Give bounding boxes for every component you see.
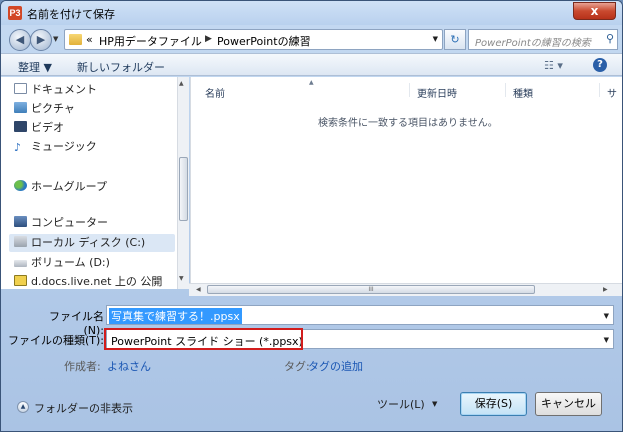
- nav-item-label: ビデオ: [31, 121, 64, 134]
- view-options-icon[interactable]: ☷ ▾: [544, 59, 563, 72]
- scroll-up-arrow-icon[interactable]: ▲: [179, 80, 184, 87]
- filetype-select[interactable]: PowerPoint スライド ショー (*.ppsx) ▼: [106, 329, 614, 349]
- nav-item-local-disk-c[interactable]: ローカル ディスク (C:): [9, 234, 175, 252]
- organize-button[interactable]: 整理 ▼: [18, 59, 52, 75]
- nav-item-music[interactable]: ♪ ミュージック: [14, 138, 97, 156]
- nav-item-computer[interactable]: コンピューター: [14, 214, 108, 232]
- navpane-vertical-scrollbar[interactable]: ▲ ▼: [177, 77, 189, 289]
- empty-message: 検索条件に一致する項目はありません。: [318, 118, 498, 129]
- cancel-button[interactable]: キャンセル: [535, 392, 602, 416]
- nav-item-videos[interactable]: ビデオ: [14, 119, 64, 137]
- breadcrumb-powerpoint-practice[interactable]: PowerPointの練習: [217, 33, 311, 49]
- window-title: 名前を付けて保存: [27, 8, 115, 21]
- refresh-button[interactable]: ↻: [444, 29, 466, 50]
- nav-item-label: ドキュメント: [31, 83, 97, 96]
- history-dropdown-icon[interactable]: ▼: [53, 35, 58, 43]
- title-bar[interactable]: P3 名前を付けて保存 x: [1, 1, 622, 25]
- powerpoint-icon: P3: [8, 6, 22, 20]
- sort-ascending-icon: ▲: [309, 79, 314, 86]
- column-divider[interactable]: [409, 83, 410, 97]
- author-value[interactable]: よねさん: [107, 358, 151, 374]
- folder-icon: [69, 34, 82, 45]
- column-header-name[interactable]: 名前: [205, 85, 225, 100]
- scroll-thumb[interactable]: [179, 157, 188, 221]
- scroll-left-arrow-icon[interactable]: ◀: [196, 286, 201, 293]
- address-bar[interactable]: « HP用データファイル ▶ PowerPointの練習 ▼: [64, 29, 443, 50]
- column-divider[interactable]: [505, 83, 506, 97]
- save-button[interactable]: 保存(S): [460, 392, 527, 416]
- scroll-thumb[interactable]: III: [207, 285, 535, 294]
- filename-value[interactable]: 写真集で練習する！.ppsx: [109, 308, 242, 324]
- column-header-size[interactable]: サ: [607, 85, 617, 100]
- column-divider[interactable]: [599, 83, 600, 97]
- search-box[interactable]: PowerPointの練習の検索 ⚲: [468, 29, 618, 50]
- close-button[interactable]: x: [573, 2, 616, 20]
- save-as-dialog: P3 名前を付けて保存 x ◀ ▶ ▼ « HP用データファイル ▶ Power…: [0, 0, 623, 432]
- author-label: 作成者:: [64, 360, 101, 373]
- homegroup-icon: [14, 180, 27, 191]
- horizontal-scrollbar[interactable]: ◀ III ▶: [189, 283, 622, 296]
- document-icon: [14, 83, 27, 94]
- new-folder-button[interactable]: 新しいフォルダー: [77, 59, 165, 75]
- computer-icon: [14, 216, 27, 227]
- nav-item-label: ホームグループ: [31, 180, 108, 193]
- nav-item-label: d.docs.live.net 上の 公開: [31, 275, 163, 288]
- network-folder-icon: [14, 275, 27, 286]
- breadcrumb-separator-icon[interactable]: ▶: [205, 34, 212, 44]
- nav-item-pictures[interactable]: ピクチャ: [14, 100, 75, 118]
- file-list[interactable]: ▲ 名前 更新日時 種類 サ 検索条件に一致する項目はありません。: [190, 77, 622, 289]
- local-disk-icon: [14, 236, 27, 247]
- command-bar: 整理 ▼ 新しいフォルダー ☷ ▾ ?: [1, 53, 622, 76]
- nav-item-volume-d[interactable]: ボリューム (D:): [14, 254, 110, 272]
- scroll-right-arrow-icon[interactable]: ▶: [603, 286, 608, 293]
- help-icon[interactable]: ?: [593, 58, 607, 72]
- column-header-date-modified[interactable]: 更新日時: [417, 85, 457, 100]
- navigation-pane: ドキュメント ピクチャ ビデオ ♪ ミュージック ホームグループ コンピューター …: [1, 77, 189, 289]
- video-icon: [14, 121, 27, 132]
- volume-icon: [14, 260, 27, 267]
- tags-value[interactable]: タグの追加: [308, 358, 363, 374]
- filename-input[interactable]: 写真集で練習する！.ppsx ▼: [106, 305, 614, 325]
- nav-item-label: ボリューム (D:): [31, 256, 110, 269]
- nav-item-documents[interactable]: ドキュメント: [14, 81, 97, 99]
- nav-item-homegroup[interactable]: ホームグループ: [14, 178, 107, 196]
- nav-item-label: ミュージック: [31, 140, 97, 153]
- tools-dropdown-icon[interactable]: ▼: [432, 400, 437, 408]
- breadcrumb-hp-data[interactable]: HP用データファイル: [99, 33, 202, 49]
- nav-item-label: コンピューター: [31, 216, 108, 229]
- music-icon: ♪: [14, 141, 22, 154]
- back-button[interactable]: ◀: [9, 29, 31, 51]
- collapse-icon[interactable]: ▲: [17, 401, 29, 413]
- column-header-type[interactable]: 種類: [513, 85, 533, 100]
- filetype-value: PowerPoint スライド ショー (*.ppsx): [111, 335, 303, 348]
- breadcrumb-overflow[interactable]: «: [86, 33, 93, 46]
- tools-button[interactable]: ツール(L): [377, 396, 425, 412]
- tags-label: タグ:: [284, 360, 310, 373]
- filetype-label: ファイルの種類(T):: [7, 334, 104, 347]
- pictures-icon: [14, 102, 27, 113]
- nav-item-docs-live-public[interactable]: d.docs.live.net 上の 公開: [14, 273, 162, 289]
- filename-dropdown-icon[interactable]: ▼: [604, 312, 609, 320]
- hide-folders-button[interactable]: フォルダーの非表示: [34, 400, 133, 416]
- nav-item-label: ローカル ディスク (C:): [31, 236, 146, 249]
- scroll-down-arrow-icon[interactable]: ▼: [179, 275, 184, 282]
- search-icon[interactable]: ⚲: [606, 32, 614, 45]
- search-placeholder: PowerPointの練習の検索: [475, 38, 591, 49]
- navigation-bar: ◀ ▶ ▼ « HP用データファイル ▶ PowerPointの練習 ▼ ↻ P…: [1, 25, 622, 53]
- address-dropdown-icon[interactable]: ▼: [433, 35, 438, 43]
- nav-item-label: ピクチャ: [31, 102, 75, 115]
- filetype-dropdown-icon[interactable]: ▼: [604, 336, 609, 344]
- forward-button[interactable]: ▶: [30, 29, 52, 51]
